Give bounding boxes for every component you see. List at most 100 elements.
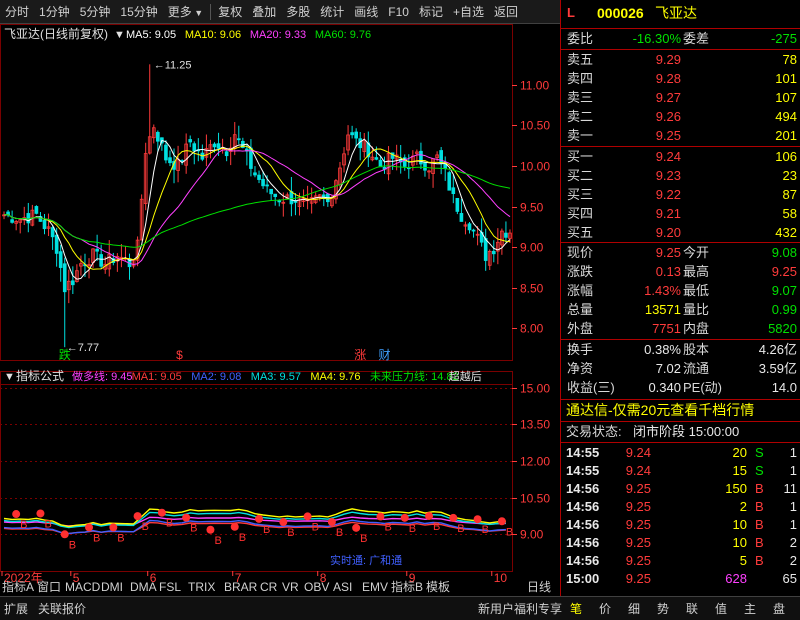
statistics-button[interactable]: 统计: [315, 0, 349, 24]
more-menu[interactable]: 更多 ▼: [163, 0, 208, 24]
overlay-button[interactable]: 叠加: [247, 0, 281, 24]
mark-button[interactable]: 标记: [414, 0, 448, 24]
candle-body: [212, 143, 217, 148]
stat-label: 外盘: [567, 321, 594, 336]
candles: [2, 64, 512, 348]
indicator-y-tick-label: 13.50: [520, 418, 550, 432]
ask-row: 卖二 9.26 494: [561, 108, 800, 126]
candle-body: [289, 191, 294, 205]
signal-label: B: [20, 519, 27, 531]
quote-tab[interactable]: 笔: [570, 599, 582, 619]
indicator-tab[interactable]: 模板: [426, 577, 450, 597]
ask-price: 9.28: [655, 71, 681, 86]
restore-rights-button[interactable]: 复权: [213, 0, 247, 24]
candle-body: [188, 139, 193, 143]
signal-label: B: [69, 539, 76, 551]
signal-dot: [109, 523, 118, 532]
stat-label: 收益(三): [567, 380, 615, 395]
quote-tab[interactable]: 盘: [773, 599, 785, 619]
tab-5min[interactable]: 5分钟: [75, 0, 116, 24]
candle-body: [439, 150, 443, 164]
tick-count: 1: [789, 499, 797, 514]
kline-chart-area[interactable]: 8.00 8.50 9.00 9.50 10.00 10.50 11.00 9.00 10.50…: [0, 24, 560, 596]
quote-tab[interactable]: 价: [599, 599, 611, 619]
f10-button[interactable]: F10: [383, 0, 414, 24]
indicator-tab[interactable]: MACD: [65, 577, 100, 597]
candle-body: [504, 232, 508, 238]
bottom-link[interactable]: 扩展: [4, 599, 28, 619]
quote-tab[interactable]: 主: [744, 599, 756, 619]
stat-value: 4.26亿: [758, 342, 797, 357]
tick-time: 14:55: [566, 463, 600, 478]
quote-tab[interactable]: 联: [686, 599, 698, 619]
tick-price: 9.24: [625, 463, 651, 478]
add-watchlist-button[interactable]: +自选: [448, 0, 489, 24]
candle-body: [10, 219, 14, 223]
high-price-label: ←11.25: [154, 59, 192, 71]
quote-tab[interactable]: 细: [628, 599, 640, 619]
indicator-tab[interactable]: 指标B: [391, 577, 423, 597]
indicator-tab[interactable]: OBV: [304, 577, 329, 597]
divider: [561, 146, 800, 147]
indicator-tab[interactable]: DMI: [101, 577, 123, 597]
indicator-legend-item: MA3: 9.57: [251, 371, 301, 383]
indicator-tab[interactable]: 窗口: [37, 577, 61, 597]
indicator-tab[interactable]: DMA: [130, 577, 157, 597]
indicator-tab[interactable]: FSL: [159, 577, 181, 597]
stat-label: 涨跌: [567, 264, 594, 279]
stat-row: 换手 0.38% 股本 4.26亿: [561, 341, 800, 359]
signal-label: B: [336, 527, 343, 539]
stat-value: 5820: [768, 321, 797, 336]
bottom-link[interactable]: 关联报价: [38, 599, 86, 619]
tick-count: 1: [789, 517, 797, 532]
candle-body: [459, 213, 464, 222]
promo-banner[interactable]: 通达信-仅需20元查看千档行情: [561, 401, 800, 419]
indicator-tab[interactable]: CR: [260, 577, 277, 597]
tick-count: 2: [789, 553, 797, 568]
tab-intraday[interactable]: 分时: [0, 0, 34, 24]
stat-label: 净资: [567, 361, 594, 376]
bid-row: 买一 9.24 106: [561, 148, 800, 166]
indicator-tab[interactable]: 指标A: [2, 577, 34, 597]
period-selector[interactable]: 日线: [527, 577, 551, 597]
draw-line-button[interactable]: 画线: [349, 0, 383, 24]
kline-chart[interactable]: 8.00 8.50 9.00 9.50 10.00 10.50 11.00 9.00 10.50…: [0, 24, 560, 596]
low-price-label: ←7.77: [67, 342, 99, 354]
back-button[interactable]: 返回: [489, 0, 523, 24]
indicator-tab[interactable]: BRAR: [224, 577, 257, 597]
multi-stock-button[interactable]: 多股: [281, 0, 315, 24]
bid-price: 9.24: [655, 149, 681, 164]
indicator-tab[interactable]: VR: [282, 577, 299, 597]
indicator-tab[interactable]: ASI: [333, 577, 352, 597]
ask-label: 卖二: [567, 109, 594, 124]
y-tick-label: 10.50: [520, 119, 550, 133]
promo-link[interactable]: 新用户福利专享: [478, 599, 562, 619]
indicator-tab[interactable]: TRIX: [188, 577, 215, 597]
quote-tab[interactable]: 势: [657, 599, 669, 619]
divider: [561, 49, 800, 50]
signal-label: B: [166, 518, 173, 530]
tick-volume: 628: [725, 571, 747, 586]
indicator-tab[interactable]: EMV: [362, 577, 388, 597]
candle-body: [293, 200, 298, 203]
signal-label: B: [384, 522, 391, 534]
weibi-row: 委比 -16.30% 委差 -275: [567, 31, 797, 46]
ask-price: 9.26: [655, 109, 681, 124]
stat-value: 0.340: [648, 380, 681, 395]
tick-volume: 20: [732, 445, 747, 460]
tick-volume: 150: [725, 481, 747, 496]
signal-dot: [376, 512, 385, 521]
stat-value: 9.07: [771, 283, 797, 298]
tick-price: 9.25: [625, 535, 651, 550]
stat-label: 量比: [683, 302, 710, 317]
ma-legend-item: MA20: 9.33: [250, 29, 306, 41]
tab-1min[interactable]: 1分钟: [34, 0, 75, 24]
quote-tab[interactable]: 值: [715, 599, 727, 619]
tick-side: B: [755, 553, 764, 568]
level-badge: L: [567, 5, 575, 20]
tab-15min[interactable]: 15分钟: [115, 0, 162, 24]
tick-volume: 2: [739, 499, 747, 514]
stat-row: 外盘 7751 内盘 5820: [561, 320, 800, 338]
candle-body: [253, 172, 257, 176]
signal-label: B: [360, 533, 367, 545]
